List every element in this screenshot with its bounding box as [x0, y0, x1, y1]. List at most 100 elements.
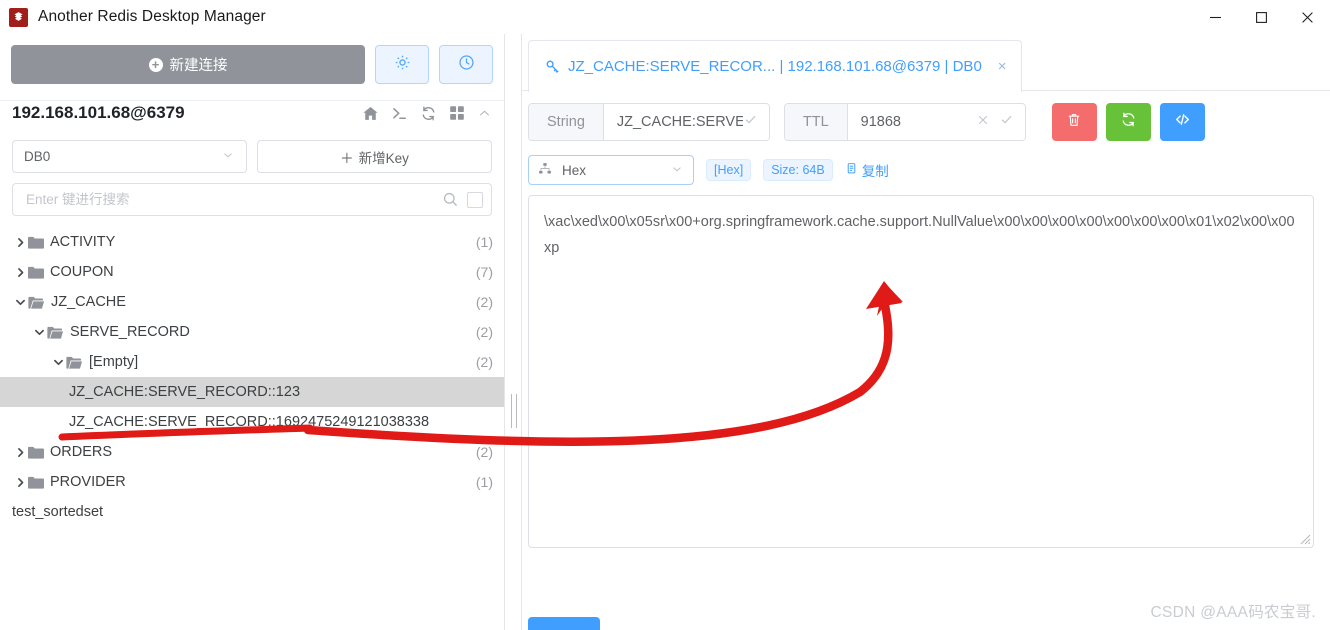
tree-item-count: (1) [475, 234, 493, 250]
ttl-input[interactable]: 91868 [847, 104, 976, 140]
tree-key-row[interactable]: JZ_CACHE:SERVE_RECORD::123 [0, 377, 504, 407]
tree-key-row[interactable]: JZ_CACHE:SERVE_RECORD::16924752491210383… [0, 407, 504, 437]
redis-logo-icon [9, 7, 28, 27]
terminal-icon[interactable] [391, 105, 408, 122]
save-button[interactable] [528, 617, 600, 630]
key-name-actions [742, 104, 769, 140]
copy-icon [845, 162, 859, 179]
chevron-down-icon[interactable] [12, 297, 28, 308]
close-icon[interactable] [1284, 0, 1330, 34]
view-code-button[interactable] [1159, 103, 1205, 141]
connection-toolbar: + 新建连接 [0, 34, 504, 84]
tree-folder-row[interactable]: COUPON (7) [0, 257, 504, 287]
tree-folder-row[interactable]: JZ_CACHE (2) [0, 287, 504, 317]
tree-item-count: (2) [475, 444, 493, 460]
folder-icon [28, 476, 44, 489]
size-badge: Size: 64B [763, 159, 833, 181]
panel-splitter[interactable] [504, 34, 522, 630]
sidebar: + 新建连接 192.168.101.68@6379 DB0 ＋ 新增Key E… [0, 34, 504, 630]
tree-item-label: JZ_CACHE [51, 294, 126, 310]
host-toolbar [362, 105, 492, 122]
folder-icon [28, 266, 44, 279]
history-button[interactable] [439, 45, 493, 84]
chevron-down-icon[interactable] [31, 327, 47, 338]
search-regex-checkbox[interactable] [467, 191, 483, 208]
tab-key-detail[interactable]: JZ_CACHE:SERVE_RECOR... | 192.168.101.68… [528, 40, 1022, 92]
refresh-icon [1120, 111, 1137, 133]
grid-icon[interactable] [449, 105, 465, 121]
check-icon[interactable] [999, 112, 1014, 132]
tree-folder-row[interactable]: PROVIDER (1) [0, 467, 504, 497]
splitter-grip-icon [511, 394, 517, 428]
check-icon[interactable] [743, 112, 758, 132]
tree-item-count: (2) [475, 354, 493, 370]
host-name: 192.168.101.68@6379 [12, 103, 185, 122]
tree-item-label: PROVIDER [50, 474, 126, 490]
tree-item-label: JZ_CACHE:SERVE_RECORD::123 [69, 384, 301, 400]
refresh-key-button[interactable] [1105, 103, 1151, 141]
search-box[interactable] [12, 183, 492, 216]
tree-folder-row[interactable]: ACTIVITY (1) [0, 227, 504, 257]
refresh-icon[interactable] [420, 105, 437, 122]
tab-bar: JZ_CACHE:SERVE_RECOR... | 192.168.101.68… [522, 34, 1330, 92]
key-name-input[interactable]: JZ_CACHE:SERVE_ [603, 104, 753, 140]
trash-icon [1066, 112, 1082, 133]
maximize-icon[interactable] [1238, 0, 1284, 34]
code-icon [1174, 111, 1191, 133]
plus-circle-icon: + [148, 57, 163, 72]
gear-icon [394, 54, 411, 76]
settings-button[interactable] [375, 45, 429, 84]
add-key-button[interactable]: ＋ 新增Key [257, 140, 492, 173]
tree-item-label: SERVE_RECORD [70, 324, 190, 340]
host-header: 192.168.101.68@6379 [0, 84, 504, 128]
chevron-down-icon[interactable] [50, 357, 66, 368]
tree-folder-row[interactable]: SERVE_RECORD (2) [0, 317, 504, 347]
resize-grip-icon[interactable] [1297, 531, 1311, 545]
window-controls [1192, 0, 1330, 34]
tree-key-row[interactable]: test_sortedset [0, 497, 504, 527]
key-tree: ACTIVITY (1) COUPON (7) JZ_CACHE (2) SERVE_REC… [0, 227, 504, 527]
chevron-down-icon [670, 162, 684, 179]
search-input[interactable] [24, 191, 442, 208]
key-name-group: String JZ_CACHE:SERVE_ [528, 103, 770, 141]
chevron-right-icon[interactable] [12, 447, 28, 458]
hierarchy-icon [538, 162, 552, 179]
chevron-up-icon[interactable] [477, 106, 492, 121]
chevron-down-icon [221, 148, 235, 165]
copy-label: 复制 [861, 164, 889, 179]
search-icon[interactable] [442, 191, 459, 208]
tree-folder-row[interactable]: [Empty] (2) [0, 347, 504, 377]
value-content: \xac\xed\x00\x05sr\x00+org.springframewo… [544, 214, 1295, 256]
chevron-right-icon[interactable] [12, 477, 28, 488]
db-select[interactable]: DB0 [12, 140, 247, 173]
minimize-icon[interactable] [1192, 0, 1238, 34]
delete-key-button[interactable] [1051, 103, 1097, 141]
copy-button[interactable]: 复制 [845, 160, 889, 180]
search-row [0, 173, 504, 216]
close-icon[interactable]: × [998, 58, 1007, 75]
main-panel: JZ_CACHE:SERVE_RECOR... | 192.168.101.68… [522, 34, 1330, 630]
key-toolbar: String JZ_CACHE:SERVE_ TTL 91868 [522, 91, 1330, 141]
format-select-value: Hex [562, 162, 587, 178]
close-icon[interactable] [976, 113, 990, 132]
format-select[interactable]: Hex [528, 155, 694, 185]
tree-item-label: ACTIVITY [50, 234, 116, 250]
tree-item-count: (2) [475, 294, 493, 310]
title-bar: Another Redis Desktop Manager [0, 0, 1330, 34]
new-connection-button[interactable]: + 新建连接 [11, 45, 365, 84]
value-textarea[interactable]: \xac\xed\x00\x05sr\x00+org.springframewo… [528, 195, 1314, 548]
ttl-actions [975, 104, 1025, 140]
folder-open-icon [47, 326, 64, 339]
tree-item-label: ORDERS [50, 444, 113, 460]
app-title: Another Redis Desktop Manager [38, 8, 266, 25]
home-icon[interactable] [362, 105, 379, 122]
folder-icon [28, 236, 44, 249]
chevron-right-icon[interactable] [12, 237, 28, 248]
folder-open-icon [66, 356, 83, 369]
plus-icon: ＋ [340, 150, 354, 166]
app-window: Another Redis Desktop Manager + 新建连接 192… [0, 0, 1330, 630]
tree-item-count: (1) [475, 474, 493, 490]
tree-folder-row[interactable]: ORDERS (2) [0, 437, 504, 467]
chevron-right-icon[interactable] [12, 267, 28, 278]
new-connection-label: 新建连接 [169, 58, 228, 74]
